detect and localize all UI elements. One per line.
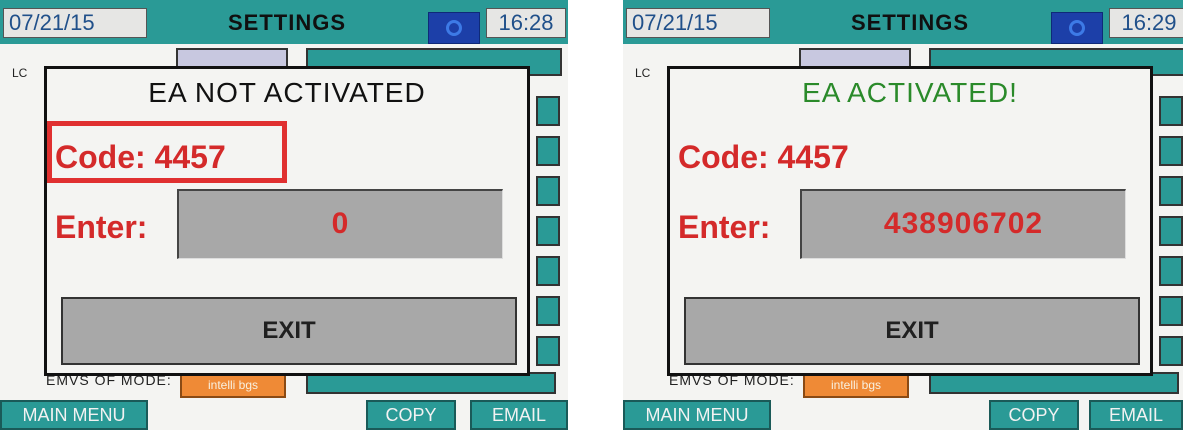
enter-label: Enter: <box>55 209 148 245</box>
background-button <box>1159 96 1183 126</box>
screen-title: SETTINGS <box>227 10 346 35</box>
main-menu-button[interactable]: MAIN MENU <box>0 400 148 430</box>
background-label: LC <box>635 66 651 80</box>
activation-code: Code: 4457 <box>55 139 226 175</box>
background-button <box>1159 256 1183 286</box>
activation-code: Code: 4457 <box>678 139 849 175</box>
background-button <box>536 336 560 366</box>
settings-screen-before: 07/21/15 SETTINGS 16:28 LC EMVS OF MODE:… <box>0 0 568 430</box>
screen-title: SETTINGS <box>850 10 969 35</box>
background-button <box>1159 176 1183 206</box>
activation-status: EA NOT ACTIVATED <box>148 77 426 108</box>
copy-button[interactable]: COPY <box>366 400 456 430</box>
activation-status: EA ACTIVATED! <box>802 77 1018 108</box>
background-button <box>536 216 560 246</box>
background-button <box>536 296 560 326</box>
time-display: 16:28 <box>486 8 566 38</box>
time-display: 16:29 <box>1109 8 1183 38</box>
email-button[interactable]: EMAIL <box>1089 400 1183 430</box>
top-bar: 07/21/15 SETTINGS 16:29 <box>623 0 1183 44</box>
background-button <box>536 96 560 126</box>
enter-code-field[interactable]: 438906702 <box>800 189 1126 259</box>
activation-dialog: EA ACTIVATED! Code: 4457 Enter: 43890670… <box>667 66 1153 376</box>
bottom-bar: MAIN MENU COPY EMAIL <box>623 400 1183 430</box>
camera-lens <box>1069 20 1085 36</box>
camera-lens <box>446 20 462 36</box>
email-button[interactable]: EMAIL <box>470 400 568 430</box>
background-button <box>536 176 560 206</box>
settings-screen-after: 07/21/15 SETTINGS 16:29 LC EMVS OF MODE:… <box>623 0 1183 430</box>
date-display: 07/21/15 <box>626 8 770 38</box>
camera-icon[interactable] <box>428 12 480 44</box>
main-menu-button[interactable]: MAIN MENU <box>623 400 771 430</box>
enter-code-field[interactable]: 0 <box>177 189 503 259</box>
copy-button[interactable]: COPY <box>989 400 1079 430</box>
background-button <box>1159 136 1183 166</box>
camera-icon[interactable] <box>1051 12 1103 44</box>
exit-button[interactable]: EXIT <box>61 297 517 365</box>
background-button <box>1159 216 1183 246</box>
background-button <box>1159 336 1183 366</box>
background-button <box>536 256 560 286</box>
background-label: LC <box>12 66 28 80</box>
background-button <box>1159 296 1183 326</box>
background-button <box>799 48 911 68</box>
background-button <box>176 48 288 68</box>
date-display: 07/21/15 <box>3 8 147 38</box>
exit-button[interactable]: EXIT <box>684 297 1140 365</box>
bottom-bar: MAIN MENU COPY EMAIL <box>0 400 568 430</box>
enter-label: Enter: <box>678 209 771 245</box>
top-bar: 07/21/15 SETTINGS 16:28 <box>0 0 568 44</box>
background-button <box>536 136 560 166</box>
activation-dialog: EA NOT ACTIVATED Code: 4457 Enter: 0 EXI… <box>44 66 530 376</box>
